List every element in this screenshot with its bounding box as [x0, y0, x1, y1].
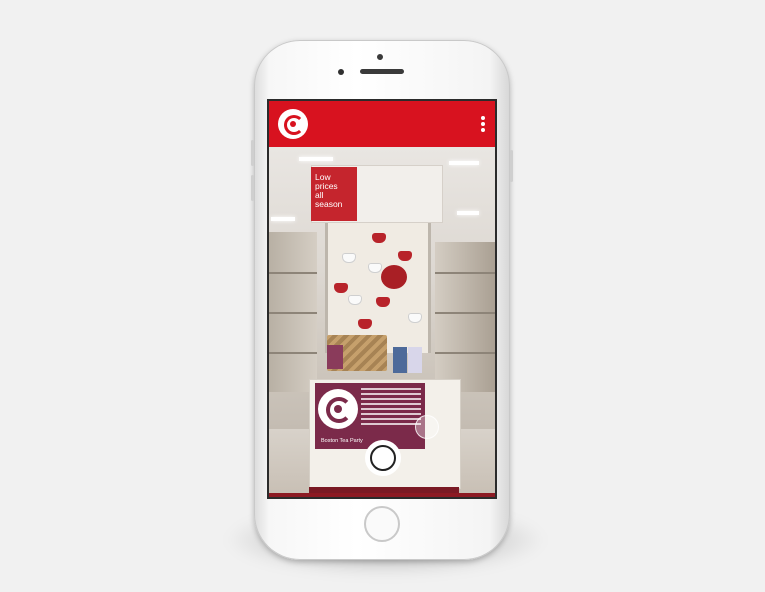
ar-info-poster[interactable]: Boston Tea Party	[315, 383, 425, 449]
volume-button	[251, 140, 254, 166]
tea-kettle	[381, 265, 407, 289]
mug-icon	[348, 295, 362, 305]
front-camera-icon	[377, 54, 383, 60]
earpiece-speaker	[360, 69, 404, 74]
mug-icon	[368, 263, 382, 273]
mug-icon	[334, 283, 348, 293]
target-ar-logo-icon[interactable]	[278, 109, 308, 139]
poster-title: Boston Tea Party	[321, 438, 363, 444]
low-prices-sign: Low prices all season	[311, 167, 357, 221]
mug-icon	[342, 253, 356, 263]
mug-icon	[372, 233, 386, 243]
ceiling-light	[299, 157, 333, 161]
ceiling-light	[449, 161, 479, 165]
mug-icon	[398, 251, 412, 261]
mockup-stage: Low prices all season Boston Tea Party	[0, 0, 765, 592]
ceiling-light	[271, 217, 295, 221]
mug-icon	[358, 319, 372, 329]
phone-screen: Low prices all season Boston Tea Party	[267, 99, 497, 499]
ar-hotspot-icon[interactable]	[415, 415, 439, 439]
product-box	[393, 347, 407, 373]
power-button	[510, 150, 513, 182]
store-shelf-right	[435, 242, 495, 392]
sensor-icon	[338, 69, 344, 75]
camera-shutter-button[interactable]	[365, 440, 401, 476]
home-button[interactable]	[364, 506, 400, 542]
product-box	[408, 347, 422, 373]
volume-button	[251, 175, 254, 201]
screen-bottom-bar	[269, 493, 495, 497]
product-box	[327, 345, 343, 369]
poster-logo-icon	[318, 389, 358, 429]
store-shelf-left	[269, 232, 317, 392]
endcap-pegboard	[325, 223, 431, 353]
mug-icon	[408, 313, 422, 323]
poster-body-text	[361, 388, 421, 428]
ceiling-light	[457, 211, 479, 215]
more-vertical-icon[interactable]	[481, 116, 485, 132]
app-header	[269, 101, 495, 147]
mug-icon	[376, 297, 390, 307]
